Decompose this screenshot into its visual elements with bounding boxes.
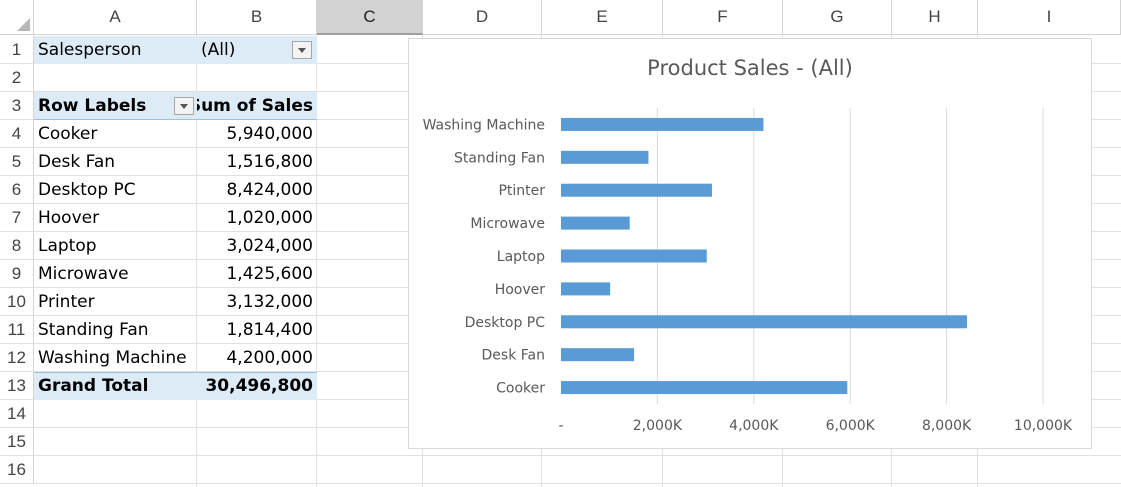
grand-total-value[interactable]: 30,496,800 [197, 372, 317, 400]
column-header-f[interactable]: F [663, 0, 783, 35]
row-gridline [34, 483, 1121, 484]
pivot-item-value[interactable]: 8,424,000 [197, 176, 317, 204]
pivot-item-label[interactable]: Desktop PC [34, 176, 197, 204]
row-header-4[interactable]: 4 [0, 120, 34, 148]
bar[interactable] [561, 117, 764, 131]
column-header-e[interactable]: E [542, 0, 663, 35]
y-category-label: Desktop PC [465, 315, 546, 331]
row-header-2[interactable]: 2 [0, 64, 34, 92]
column-header-i[interactable]: I [978, 0, 1121, 35]
bar[interactable] [561, 183, 712, 197]
select-all-corner[interactable] [0, 0, 34, 35]
bar[interactable] [561, 315, 968, 329]
pivot-item-value[interactable]: 1,814,400 [197, 316, 317, 344]
x-tick-label: - [558, 418, 563, 434]
pivot-item-label[interactable]: Microwave [34, 260, 197, 288]
bar[interactable] [561, 348, 635, 362]
chart-plot-area: - 2,000K 4,000K 6,000K 8,000K 10,000K Washing … [423, 108, 1073, 434]
row-header-15[interactable]: 15 [0, 428, 34, 456]
pivot-item-value[interactable]: 5,940,000 [197, 120, 317, 148]
filter-label[interactable]: Salesperson [34, 36, 197, 64]
column-header-b[interactable]: B [197, 0, 317, 35]
row-header-5[interactable]: 5 [0, 148, 34, 176]
pivot-item-label[interactable]: Washing Machine [34, 344, 197, 372]
filter-value[interactable]: (All) [197, 36, 287, 64]
row-header-1[interactable]: 1 [0, 36, 34, 64]
row-header-14[interactable]: 14 [0, 400, 34, 428]
dropdown-arrow-icon [298, 47, 306, 53]
y-category-label: Standing Fan [454, 150, 545, 166]
row-header-3[interactable]: 3 [0, 92, 34, 120]
pivot-item-value[interactable]: 1,425,600 [197, 260, 317, 288]
pivot-item-label[interactable]: Desk Fan [34, 148, 197, 176]
pivot-item-value[interactable]: 3,024,000 [197, 232, 317, 260]
x-tick-label: 2,000K [633, 418, 683, 434]
bar[interactable] [561, 381, 848, 395]
y-category-label: Microwave [470, 216, 545, 232]
x-tick-label: 8,000K [922, 418, 972, 434]
row-header-9[interactable]: 9 [0, 260, 34, 288]
row-gridline [34, 455, 1121, 456]
pivot-item-label[interactable]: Standing Fan [34, 316, 197, 344]
y-category-label: Laptop [497, 249, 545, 265]
filter-dropdown-button[interactable] [292, 41, 312, 59]
row-labels-header[interactable]: Row Labels [34, 92, 174, 120]
pivot-item-value[interactable]: 1,020,000 [197, 204, 317, 232]
y-category-label: Hoover [495, 282, 546, 298]
bar[interactable] [561, 150, 649, 164]
row-header-16[interactable]: 16 [0, 456, 34, 484]
x-tick-label: 6,000K [826, 418, 876, 434]
row-header-8[interactable]: 8 [0, 232, 34, 260]
column-header-d[interactable]: D [423, 0, 542, 35]
y-category-label: Ptinter [498, 183, 545, 199]
x-tick-label: 4,000K [729, 418, 779, 434]
x-tick-label: 10,000K [1014, 418, 1073, 434]
select-all-triangle-icon [17, 18, 30, 31]
y-category-label: Cooker [496, 381, 545, 397]
spreadsheet-grid[interactable]: ABCDEFGHI 1 2 3 4 5 6 7 8 9 10 11 12 13 14 15 16 Salesp… [0, 0, 1121, 487]
bar[interactable] [561, 216, 630, 230]
row-header-7[interactable]: 7 [0, 204, 34, 232]
y-category-label: Washing Machine [423, 117, 545, 133]
column-header-g[interactable]: G [783, 0, 892, 35]
pivot-item-value[interactable]: 3,132,000 [197, 288, 317, 316]
bar[interactable] [561, 249, 707, 263]
pivot-chart[interactable]: Product Sales - (All) -2,000K 4,000K 6,000… [408, 38, 1092, 449]
column-header-c[interactable]: C [317, 0, 423, 35]
column-header-h[interactable]: H [892, 0, 978, 35]
pivot-item-label[interactable]: Cooker [34, 120, 197, 148]
row-header-6[interactable]: 6 [0, 176, 34, 204]
pivot-item-value[interactable]: 4,200,000 [197, 344, 317, 372]
y-category-label: Desk Fan [482, 348, 545, 364]
row-header-10[interactable]: 10 [0, 288, 34, 316]
pivot-item-value[interactable]: 1,516,800 [197, 148, 317, 176]
pivot-item-label[interactable]: Hoover [34, 204, 197, 232]
row-header-11[interactable]: 11 [0, 316, 34, 344]
row-labels-filter-button[interactable] [174, 97, 194, 115]
grand-total-label[interactable]: Grand Total [34, 372, 197, 400]
sum-of-sales-header[interactable]: Sum of Sales [197, 92, 317, 120]
column-header-a[interactable]: A [34, 0, 197, 35]
pivot-item-label[interactable]: Printer [34, 288, 197, 316]
bar[interactable] [561, 282, 611, 296]
row-header-13[interactable]: 13 [0, 372, 34, 400]
row-header-12[interactable]: 12 [0, 344, 34, 372]
filter-arrow-icon [180, 103, 188, 109]
pivot-item-label[interactable]: Laptop [34, 232, 197, 260]
